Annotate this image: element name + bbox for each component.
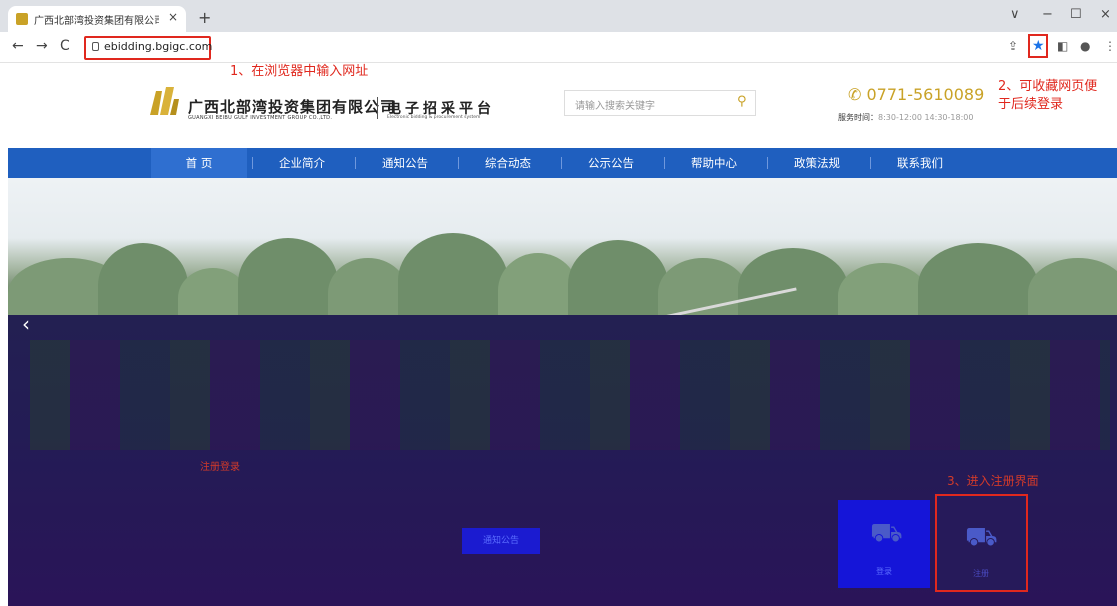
site-favicon-icon [16, 13, 28, 25]
phone-icon: ✆ [848, 85, 862, 104]
login-icon: ⛟ [870, 518, 903, 548]
url-text[interactable]: ebidding.bgigc.com [104, 40, 212, 53]
login-button[interactable]: ⛟ 登录 [838, 500, 930, 588]
register-label: 注册 [973, 569, 989, 578]
hero-banner-image [8, 178, 1117, 328]
hotline-phone: ✆ 0771-5610089 [848, 85, 984, 104]
url-field[interactable]: ebidding.bgigc.com [84, 36, 212, 60]
register-icon: ⛟ [965, 522, 998, 552]
register-section-title: 注册登录 [200, 462, 240, 473]
nav-company-intro[interactable]: 企业简介 [254, 148, 350, 178]
maximize-button[interactable]: ☐ [1070, 7, 1082, 22]
search-input[interactable]: 请输入搜索关键字 [575, 97, 655, 112]
tab-search-icon[interactable]: ∨ [1010, 7, 1020, 22]
nav-news[interactable]: 综合动态 [460, 148, 556, 178]
share-icon[interactable]: ⇪ [1008, 39, 1018, 53]
nav-notices[interactable]: 通知公告 [357, 148, 453, 178]
side-panel-icon[interactable]: ◧ [1057, 39, 1068, 53]
header-divider [377, 97, 378, 119]
nav-separator [458, 157, 459, 169]
nav-separator [664, 157, 665, 169]
login-label: 登录 [876, 567, 892, 576]
lock-icon [92, 42, 99, 51]
back-button[interactable]: ← [12, 38, 24, 54]
reload-button[interactable]: C [60, 38, 70, 54]
service-hours-value: 8:30-12:00 14:30-18:00 [878, 113, 974, 122]
company-name: 广西北部湾投资集团有限公司 [188, 98, 397, 116]
service-label: 服务时间： [838, 113, 878, 122]
menu-kebab-icon[interactable]: ⋮ [1104, 39, 1116, 53]
bookmark-star-icon[interactable]: ★ [1032, 38, 1045, 54]
carousel-prev-icon[interactable]: ‹ [22, 312, 30, 336]
browser-tab[interactable]: 广西北部湾投资集团有限公司-电 × [8, 6, 186, 32]
nav-public-announcements[interactable]: 公示公告 [563, 148, 659, 178]
company-name-en: GUANGXI BEIBU GULF INVESTMENT GROUP CO.,… [188, 115, 333, 121]
profile-avatar-icon[interactable]: ● [1080, 39, 1090, 53]
nav-help-center[interactable]: 帮助中心 [666, 148, 762, 178]
close-window-button[interactable]: × [1100, 7, 1111, 22]
annotation-step2-line2: 于后续登录 [998, 97, 1064, 112]
karst-hill [398, 233, 508, 328]
nav-separator [767, 157, 768, 169]
nav-separator [252, 157, 253, 169]
site-search[interactable]: 请输入搜索关键字 ⚲ [564, 90, 756, 116]
platform-name-en: Electronic bidding & procurement system [387, 115, 481, 120]
annotation-step3: 3、进入注册界面 [947, 474, 1039, 488]
service-hours: 服务时间：8:30-12:00 14:30-18:00 [838, 112, 973, 123]
nav-home[interactable]: 首 页 [151, 148, 247, 178]
address-bar-row: ← → C ebidding.bgigc.com ⇪ ★ ◧ ● ⋮ [0, 32, 1117, 63]
nav-separator [561, 157, 562, 169]
search-icon[interactable]: ⚲ [737, 94, 747, 109]
nav-policies[interactable]: 政策法规 [769, 148, 865, 178]
browser-tab-strip: 广西北部湾投资集团有限公司-电 × + ∨ − ☐ × [0, 0, 1117, 32]
phone-number: 0771-5610089 [866, 85, 985, 104]
notice-button[interactable]: 通知公告 [462, 528, 540, 554]
new-tab-button[interactable]: + [198, 8, 211, 27]
annotation-step2-line1: 2、可收藏网页便 [998, 79, 1098, 94]
minimize-button[interactable]: − [1042, 7, 1053, 22]
annotation-step1: 1、在浏览器中输入网址 [230, 64, 369, 79]
tab-title: 广西北部湾投资集团有限公司-电 [34, 16, 159, 27]
main-nav: 首 页 企业简介 通知公告 综合动态 公示公告 帮助中心 政策法规 联系我们 [8, 148, 1117, 178]
nav-separator [355, 157, 356, 169]
nav-contact-us[interactable]: 联系我们 [872, 148, 968, 178]
forward-button[interactable]: → [36, 38, 48, 54]
tab-close-icon[interactable]: × [168, 10, 178, 24]
image-noise-band [30, 340, 1110, 450]
register-button[interactable]: ⛟ 注册 [935, 494, 1028, 592]
company-logo-icon[interactable] [148, 85, 180, 117]
nav-separator [870, 157, 871, 169]
